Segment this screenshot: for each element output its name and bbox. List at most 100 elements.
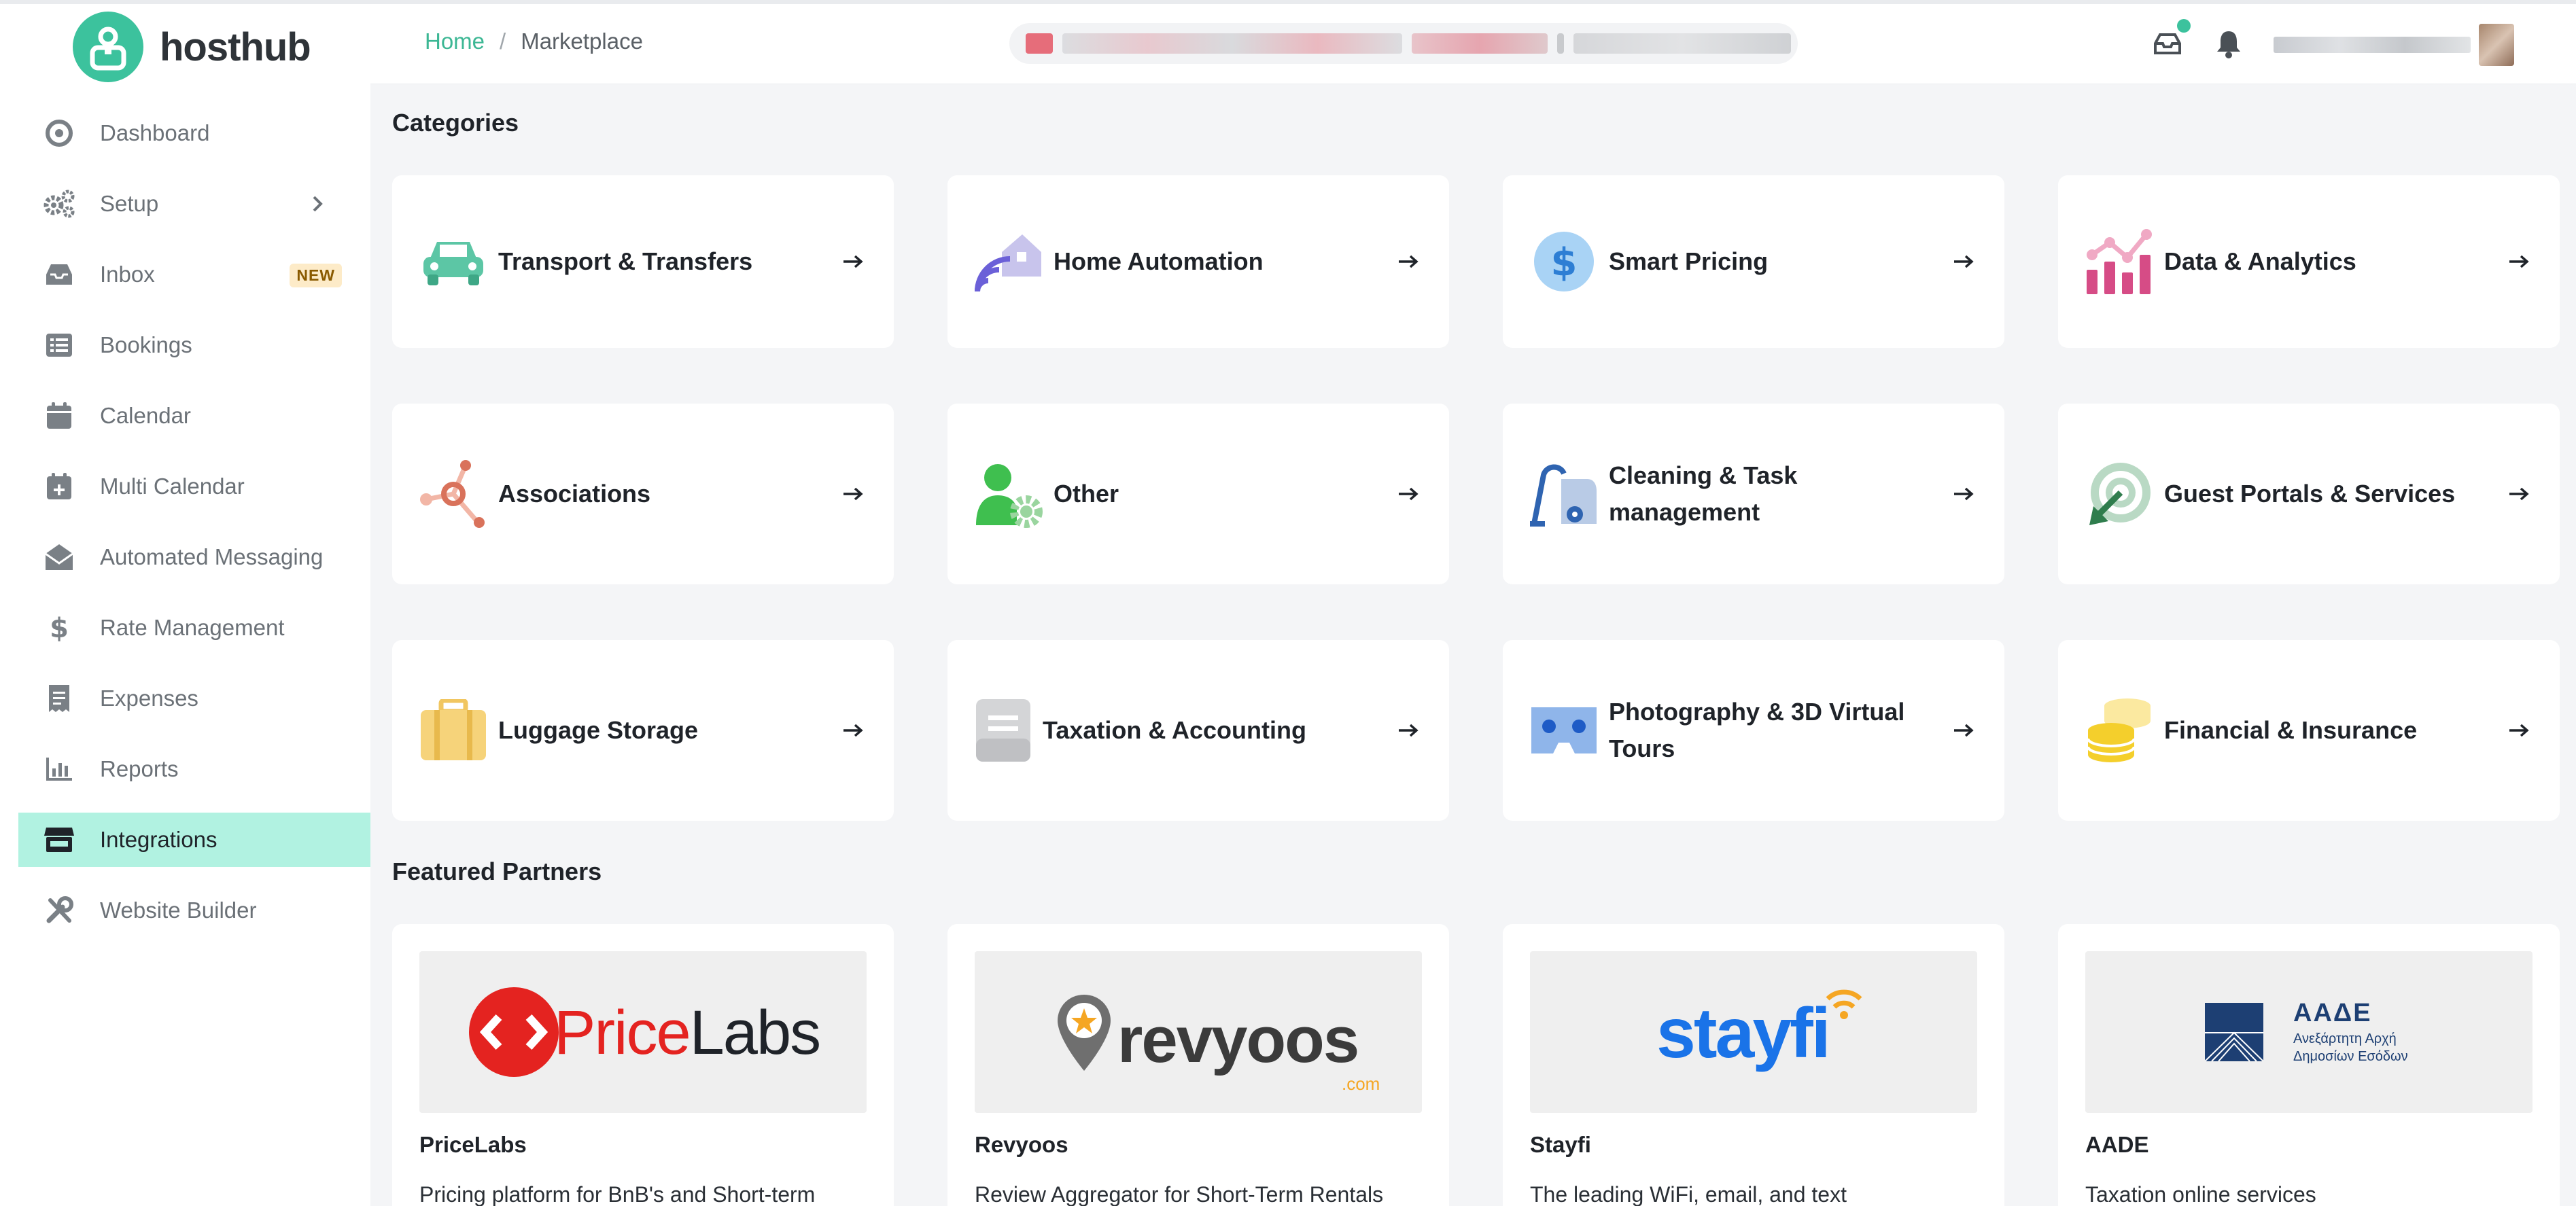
chevron-right-icon xyxy=(305,192,330,216)
category-card-cleaning[interactable]: Cleaning & Task management xyxy=(1503,404,2004,584)
sidebar-item-bookings[interactable]: Bookings xyxy=(18,318,370,372)
sidebar-item-label: Inbox xyxy=(100,262,155,287)
list-icon xyxy=(43,329,75,361)
sidebar-item-rate-management[interactable]: $ Rate Management xyxy=(18,601,370,655)
sidebar-item-reports[interactable]: Reports xyxy=(18,742,370,796)
calendar-plus-icon xyxy=(43,470,75,503)
category-card-transport[interactable]: Transport & Transfers xyxy=(392,175,894,348)
redacted-text xyxy=(1412,33,1548,54)
category-card-financial[interactable]: Financial & Insurance xyxy=(2058,640,2560,821)
user-gear-icon xyxy=(975,460,1043,528)
sidebar-item-label: Integrations xyxy=(100,827,217,852)
category-card-taxation[interactable]: Taxation & Accounting xyxy=(947,640,1449,821)
aade-emblem xyxy=(2205,1003,2263,1061)
store-icon xyxy=(43,823,75,856)
redacted-username xyxy=(2274,37,2471,53)
category-label: Financial & Insurance xyxy=(2164,716,2418,744)
partner-card-stayfi[interactable]: stayfi Stayfi The leading WiFi, email, a… xyxy=(1503,924,2004,1206)
breadcrumb-current: Marketplace xyxy=(521,29,643,54)
sidebar-item-label: Setup xyxy=(100,191,159,216)
sidebar-item-integrations[interactable]: Integrations xyxy=(18,813,370,867)
arrow-right-icon xyxy=(839,480,867,508)
partner-description: The leading WiFi, email, and text xyxy=(1530,1182,1847,1206)
breadcrumb-separator: / xyxy=(500,29,506,54)
category-card-photography[interactable]: Photography & 3D Virtual Tours xyxy=(1503,640,2004,821)
partner-description: Taxation online services xyxy=(2085,1182,2316,1206)
top-header: Home / Marketplace xyxy=(370,4,2576,84)
partner-logo: revyoos .com xyxy=(975,951,1422,1113)
category-card-data-analytics[interactable]: Data & Analytics xyxy=(2058,175,2560,348)
category-label: Luggage Storage xyxy=(498,716,699,744)
revyoos-domain: .com xyxy=(1342,1074,1380,1094)
location-pin-icon xyxy=(1058,995,1111,1071)
arrow-right-icon xyxy=(1950,248,1977,275)
notification-dot xyxy=(2177,19,2191,33)
sidebar-item-inbox[interactable]: Inbox NEW xyxy=(18,247,370,302)
sidebar-item-multi-calendar[interactable]: Multi Calendar xyxy=(18,459,370,514)
analytics-icon xyxy=(2085,228,2153,296)
breadcrumb: Home / Marketplace xyxy=(425,29,643,54)
new-badge: NEW xyxy=(290,264,342,287)
category-card-luggage[interactable]: Luggage Storage xyxy=(392,640,894,821)
network-icon xyxy=(419,460,487,528)
wifi-icon xyxy=(1826,989,1862,1019)
partner-card-aade[interactable]: ΑΑΔΕ Ανεξάρτητη Αρχή Δημοσίων Εσόδων AAD… xyxy=(2058,924,2560,1206)
suitcase-icon xyxy=(419,696,487,764)
partner-card-pricelabs[interactable]: PriceLabs PriceLabs Pricing platform for… xyxy=(392,924,894,1206)
category-label: Taxation & Accounting xyxy=(1043,716,1307,744)
aade-wordmark: ΑΑΔΕ xyxy=(2293,999,2372,1027)
user-menu[interactable] xyxy=(2274,24,2514,66)
main-content: Categories Transport & Transfers Home Au… xyxy=(370,84,2576,1206)
sidebar-item-expenses[interactable]: Expenses xyxy=(18,671,370,726)
aade-subtitle-2: Δημοσίων Εσόδων xyxy=(2293,1049,2408,1064)
sidebar-item-automated-messaging[interactable]: Automated Messaging xyxy=(18,530,370,584)
category-card-guest-portals[interactable]: Guest Portals & Services xyxy=(2058,404,2560,584)
partner-card-revyoos[interactable]: revyoos .com Revyoos Review Aggregator f… xyxy=(947,924,1449,1206)
redacted-text xyxy=(1573,33,1791,54)
sidebar-item-website-builder[interactable]: Website Builder xyxy=(18,883,370,938)
avatar xyxy=(2479,24,2514,66)
category-label: Transport & Transfers xyxy=(498,247,753,275)
redacted-separator xyxy=(1557,33,1564,54)
category-label: Data & Analytics xyxy=(2164,247,2356,275)
bell-icon xyxy=(2216,29,2242,62)
app-logo[interactable]: hosthub xyxy=(73,10,311,84)
category-card-home-automation[interactable]: Home Automation xyxy=(947,175,1449,348)
svg-text:$: $ xyxy=(50,613,69,643)
header-inbox-button[interactable] xyxy=(2151,19,2191,61)
featured-partners-title: Featured Partners xyxy=(392,857,602,885)
dollar-circle-icon: $ xyxy=(1530,228,1598,296)
category-label: Associations xyxy=(498,480,651,508)
category-label: Other xyxy=(1054,480,1119,508)
partner-name: PriceLabs xyxy=(419,1132,527,1157)
sidebar-item-label: Rate Management xyxy=(100,615,285,640)
sidebar: hosthub Dashboard Setup Inbox NEW Bookin… xyxy=(18,4,370,1206)
breadcrumb-home-link[interactable]: Home xyxy=(425,29,485,54)
sidebar-item-dashboard[interactable]: Dashboard xyxy=(18,106,370,160)
category-card-smart-pricing[interactable]: $ Smart Pricing xyxy=(1503,175,2004,348)
arrow-right-icon xyxy=(1950,717,1977,744)
smart-home-icon xyxy=(975,228,1043,296)
sidebar-item-label: Expenses xyxy=(100,686,198,711)
category-card-associations[interactable]: Associations xyxy=(392,404,894,584)
partner-description: Pricing platform for BnB's and Short-ter… xyxy=(419,1182,816,1206)
sidebar-item-calendar[interactable]: Calendar xyxy=(18,389,370,443)
header-notifications-button[interactable] xyxy=(2212,29,2245,61)
partner-name: AADE xyxy=(2085,1132,2149,1157)
category-card-other[interactable]: Other xyxy=(947,404,1449,584)
arrow-right-icon xyxy=(2505,717,2533,744)
aade-subtitle-1: Ανεξάρτητη Αρχή xyxy=(2293,1031,2397,1046)
sidebar-item-setup[interactable]: Setup xyxy=(18,177,370,231)
sidebar-item-label: Automated Messaging xyxy=(100,544,324,569)
vr-headset-icon xyxy=(1530,696,1598,764)
sidebar-item-label: Calendar xyxy=(100,403,191,428)
arrow-right-icon xyxy=(1395,248,1422,275)
svg-text:$: $ xyxy=(1551,241,1578,285)
coins-icon xyxy=(2085,696,2153,764)
redacted-account-selector[interactable] xyxy=(1009,23,1798,64)
arrow-right-icon xyxy=(839,248,867,275)
tools-icon xyxy=(43,894,75,927)
category-label: Smart Pricing xyxy=(1609,247,1769,275)
document-icon xyxy=(975,696,1032,764)
sidebar-nav: Dashboard Setup Inbox NEW Bookings Calen… xyxy=(18,106,370,954)
